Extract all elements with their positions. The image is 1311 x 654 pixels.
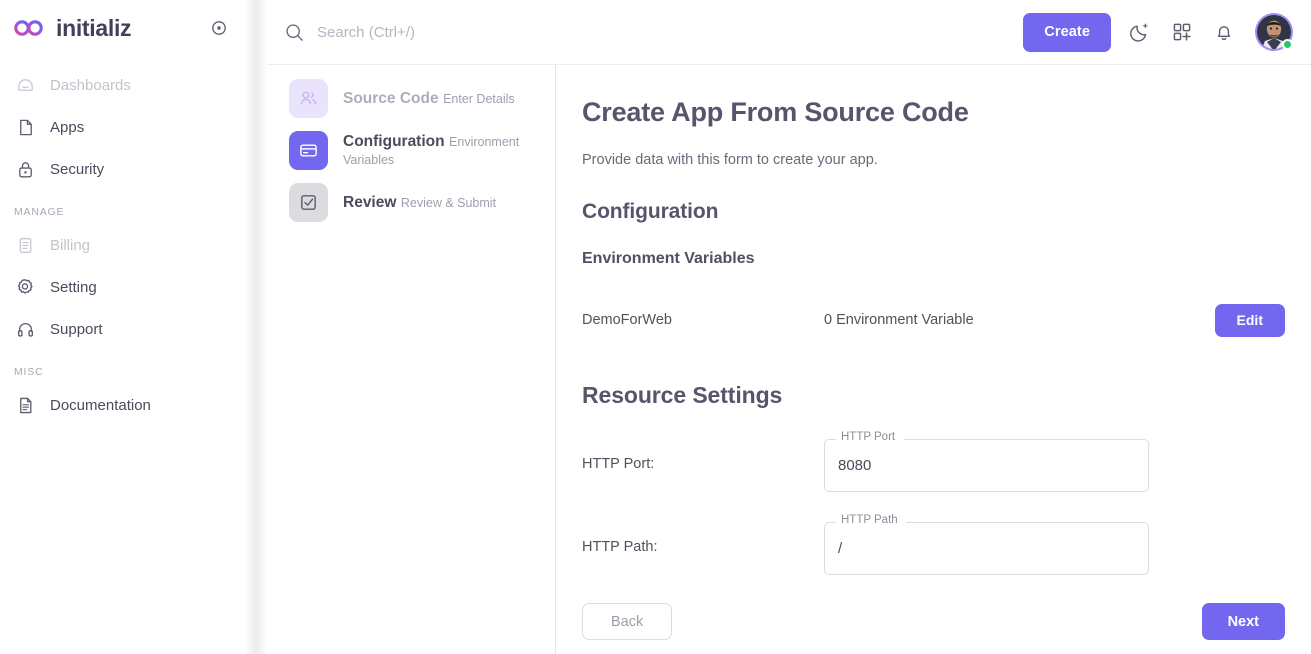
sidebar-item-label: Support — [50, 320, 103, 338]
bell-icon[interactable] — [1211, 19, 1237, 45]
page-subtitle: Provide data with this form to create yo… — [582, 152, 878, 168]
env-variable-count: 0 Environment Variable — [824, 312, 974, 328]
moon-stars-icon[interactable] — [1127, 19, 1153, 45]
sidebar-item-billing[interactable]: Billing — [0, 224, 245, 266]
wizard-actions: Back Next — [582, 603, 1285, 640]
http-port-input[interactable] — [824, 439, 1149, 492]
page-title: Create App From Source Code — [582, 97, 969, 127]
sidebar-item-support[interactable]: Support — [0, 308, 245, 350]
http-path-field[interactable]: HTTP Path HTTP Path — [824, 514, 1149, 575]
document-icon — [14, 394, 36, 416]
env-variable-row: DemoForWeb 0 Environment Variable Edit — [582, 303, 1285, 337]
step-configuration[interactable]: Configuration Environment Variables — [289, 131, 543, 170]
sidebar-gutter — [245, 0, 267, 654]
sidebar-group-misc: MISC — [14, 366, 44, 378]
section-title-configuration: Configuration — [582, 200, 719, 223]
http-path-input[interactable] — [824, 522, 1149, 575]
wizard-stepper: Source Code Enter Details Configuration — [267, 65, 556, 654]
back-button[interactable]: Back — [582, 603, 673, 640]
sidebar-item-dashboards[interactable]: Dashboards — [0, 64, 245, 106]
grid-plus-icon[interactable] — [1169, 19, 1195, 45]
home-icon — [14, 74, 36, 96]
http-port-label: HTTP Port: — [582, 456, 655, 472]
search-input[interactable] — [317, 23, 647, 41]
form-pane: Create App From Source Code Provide data… — [556, 65, 1311, 654]
sidebar-item-apps[interactable]: Apps — [0, 106, 245, 148]
env-app-name: DemoForWeb — [582, 312, 672, 328]
search-icon — [283, 21, 305, 43]
sidebar-item-label: Documentation — [50, 396, 151, 414]
search-bar[interactable] — [283, 21, 1023, 43]
http-port-float-label: HTTP Port — [837, 431, 900, 443]
app-root: initializ Dashboards Apps Security MANAG… — [0, 0, 1311, 654]
sidebar-item-security[interactable]: Security — [0, 148, 245, 190]
sidebar-nav: Dashboards Apps Security MANAGE Billing … — [0, 64, 245, 426]
headset-icon — [14, 318, 36, 340]
sidebar-item-label: Security — [50, 160, 105, 178]
step-title: Configuration — [343, 132, 445, 150]
sidebar: initializ Dashboards Apps Security MANAG… — [0, 0, 245, 654]
credit-card-icon — [289, 131, 328, 170]
sidebar-item-label: Apps — [50, 118, 85, 136]
lock-icon — [14, 158, 36, 180]
step-review[interactable]: Review Review & Submit — [289, 183, 543, 222]
infinity-logo-icon — [12, 16, 46, 40]
brand-header: initializ — [0, 0, 245, 56]
sidebar-item-label: Dashboards — [50, 76, 131, 94]
edit-button[interactable]: Edit — [1214, 303, 1285, 337]
step-source-code[interactable]: Source Code Enter Details — [289, 79, 543, 118]
status-badge — [1282, 39, 1293, 50]
step-title: Review — [343, 193, 397, 211]
sidebar-group-manage: MANAGE — [14, 206, 65, 218]
field-row-http-port: HTTP Port: HTTP Port HTTP Port — [582, 431, 1285, 492]
sidebar-item-label: Setting — [50, 278, 97, 296]
sidebar-item-label: Billing — [50, 236, 91, 254]
content-area: Source Code Enter Details Configuration — [267, 65, 1311, 654]
create-button[interactable]: Create — [1023, 12, 1111, 52]
main-panel: Create — [267, 0, 1311, 654]
next-button[interactable]: Next — [1201, 603, 1285, 640]
users-icon — [289, 79, 328, 118]
step-subtitle: Enter Details — [443, 91, 515, 106]
section-title-resource-settings: Resource Settings — [582, 382, 783, 408]
pin-circle-icon[interactable] — [209, 18, 229, 38]
http-port-field[interactable]: HTTP Port HTTP Port — [824, 431, 1149, 492]
sidebar-item-setting[interactable]: Setting — [0, 266, 245, 308]
file-icon — [14, 116, 36, 138]
step-subtitle: Review & Submit — [400, 195, 497, 210]
gear-icon — [14, 276, 36, 298]
subsection-title-environment-variables: Environment Variables — [582, 250, 755, 267]
billing-document-icon — [14, 234, 36, 256]
step-title: Source Code — [343, 89, 439, 107]
brand-name: initializ — [56, 14, 132, 41]
http-path-float-label: HTTP Path — [837, 514, 902, 526]
topbar: Create — [267, 0, 1311, 65]
checkbox-checked-icon — [289, 183, 328, 222]
user-avatar[interactable] — [1255, 13, 1293, 51]
field-row-http-path: HTTP Path: HTTP Path HTTP Path — [582, 514, 1285, 575]
sidebar-item-documentation[interactable]: Documentation — [0, 384, 245, 426]
http-path-label: HTTP Path: — [582, 539, 658, 555]
